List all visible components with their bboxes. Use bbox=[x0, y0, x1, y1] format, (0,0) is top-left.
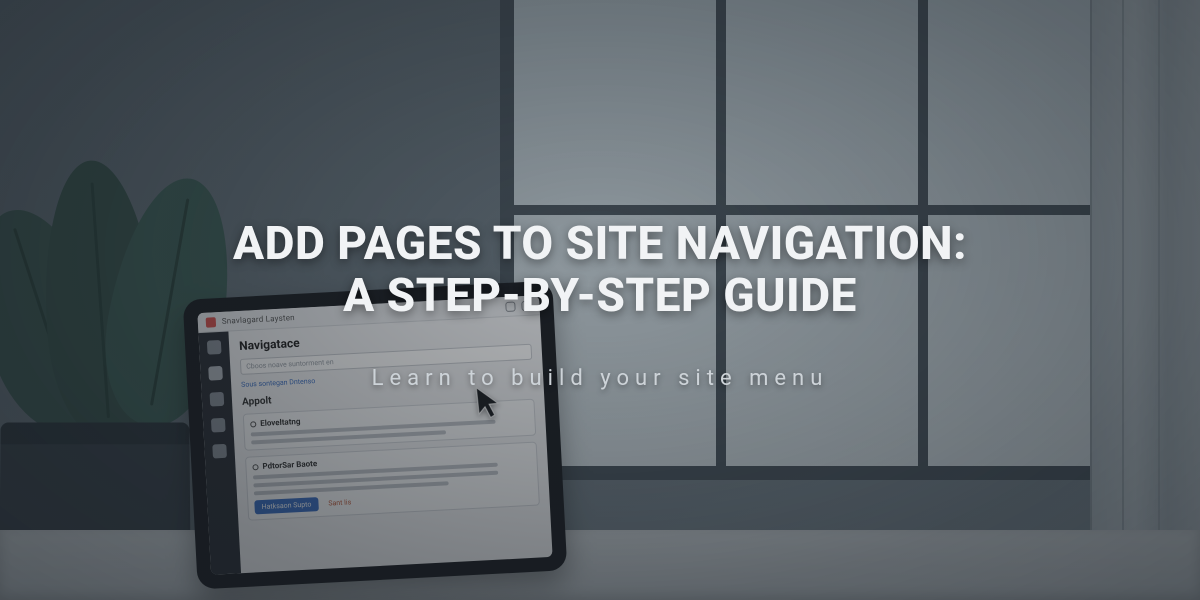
hero-title: ADD PAGES TO SITE NAVIGATION: A STEP-BY-… bbox=[233, 219, 967, 322]
hero-text-block: ADD PAGES TO SITE NAVIGATION: A STEP-BY-… bbox=[0, 0, 1200, 600]
hero-subtitle: Learn to build your site menu bbox=[372, 366, 829, 391]
hero-title-line-1: ADD PAGES TO SITE NAVIGATION: bbox=[233, 217, 967, 271]
hero-banner: Snavlagard Laysten Navigatace C bbox=[0, 0, 1200, 600]
hero-title-line-2: A STEP-BY-STEP GUIDE bbox=[343, 269, 857, 323]
